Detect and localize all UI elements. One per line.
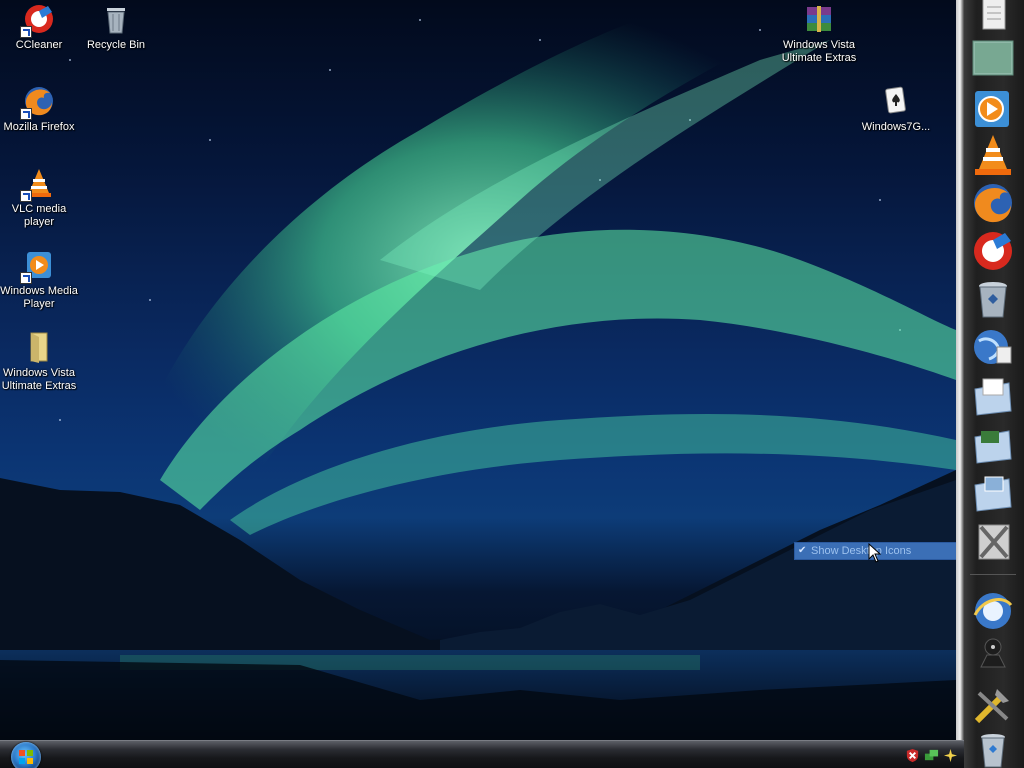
recycle-bin-icon [981, 734, 1005, 768]
dock-firefox[interactable] [970, 180, 1016, 226]
dock-media-player[interactable] [970, 86, 1016, 132]
security-alert-icon[interactable] [905, 748, 920, 763]
solitaire-icon [879, 84, 913, 118]
dock-settings-tools[interactable] [970, 682, 1016, 728]
notepad-icon [982, 0, 1006, 30]
network-icon[interactable] [924, 748, 939, 763]
dock-tools[interactable] [970, 518, 1016, 564]
recycle-bin-icon [979, 282, 1007, 318]
windows-logo-icon [19, 750, 33, 764]
firefox-icon [20, 84, 56, 120]
menu-item-label: Show Desktop Icons [811, 545, 912, 557]
tools-icon [978, 524, 1010, 560]
firefox-icon [974, 184, 1012, 223]
dock-notepad[interactable] [970, 0, 1016, 38]
desktop-icon-label: Windows Vista Ultimate Extras [1, 367, 77, 392]
documents-folder-icon [974, 378, 1012, 416]
settings-tools-icon [974, 689, 1009, 724]
winrar-archive-icon [802, 2, 836, 36]
desktop-icon-label: VLC media player [11, 203, 67, 228]
dock-vlc[interactable] [970, 132, 1016, 178]
dock-ccleaner[interactable] [970, 228, 1016, 274]
internet-explorer-icon [973, 593, 1013, 629]
desktop-icon-label: CCleaner [15, 39, 63, 51]
ccleaner-icon [974, 232, 1012, 270]
vlc-icon [975, 135, 1011, 175]
desktop-icon-label: Windows7G... [861, 121, 931, 133]
folder-icon [22, 330, 56, 364]
desktop-icon-ccleaner[interactable]: CCleaner [0, 2, 78, 52]
vlc-icon [20, 166, 56, 202]
dock-documents-folder[interactable] [970, 374, 1016, 420]
dock-separator [970, 574, 1016, 575]
desktop-folder-icon [972, 40, 1014, 76]
desktop-icon-windows7-games[interactable]: Windows7G... [857, 84, 935, 134]
media-player-icon [975, 91, 1009, 127]
start-button[interactable] [11, 742, 41, 768]
recycle-bin-icon [99, 2, 133, 36]
system-tray [905, 745, 958, 765]
dock-recycle-bin[interactable] [970, 276, 1016, 322]
sparkle-icon[interactable] [943, 748, 958, 763]
desktop-icon-label: Mozilla Firefox [3, 121, 75, 133]
desktop-wallpaper [0, 0, 956, 740]
desktop-icon-label: Windows Vista Ultimate Extras [781, 39, 857, 64]
network-globe-icon [974, 330, 1012, 364]
system-icon [980, 638, 1006, 668]
desktop-icon-ultimate-extras-archive[interactable]: Windows Vista Ultimate Extras [780, 2, 858, 65]
ccleaner-icon [20, 2, 56, 38]
checkmark-icon: ✔ [798, 545, 807, 556]
desktop-icon-ultimate-extras[interactable]: Windows Vista Ultimate Extras [0, 330, 78, 393]
mouse-cursor-icon [868, 543, 882, 563]
dock-system[interactable] [970, 630, 1016, 676]
taskbar [0, 740, 964, 768]
dock-desktop-folder[interactable] [970, 36, 1016, 82]
dock-recycle-bin-full[interactable] [970, 726, 1016, 768]
dock-programs-folder[interactable] [970, 422, 1016, 468]
media-player-icon [20, 248, 56, 284]
dock-pictures-folder[interactable] [970, 470, 1016, 516]
desktop-icon-media-player[interactable]: Windows Media Player [0, 248, 78, 311]
desktop-icon-vlc[interactable]: VLC media player [0, 166, 78, 229]
pictures-folder-icon [974, 476, 1012, 512]
dock-network[interactable] [970, 324, 1016, 370]
desktop-icon-label: Windows Media Player [0, 285, 78, 310]
programs-folder-icon [974, 430, 1012, 464]
desktop-icon-firefox[interactable]: Mozilla Firefox [0, 84, 78, 134]
desktop-icon-recycle-bin[interactable]: Recycle Bin [77, 2, 155, 52]
desktop-icon-label: Recycle Bin [86, 39, 146, 51]
dock-internet-explorer[interactable] [970, 588, 1016, 634]
dock-bar [956, 0, 1024, 768]
show-desktop-icons-menu-item[interactable]: ✔ Show Desktop Icons [794, 542, 972, 560]
